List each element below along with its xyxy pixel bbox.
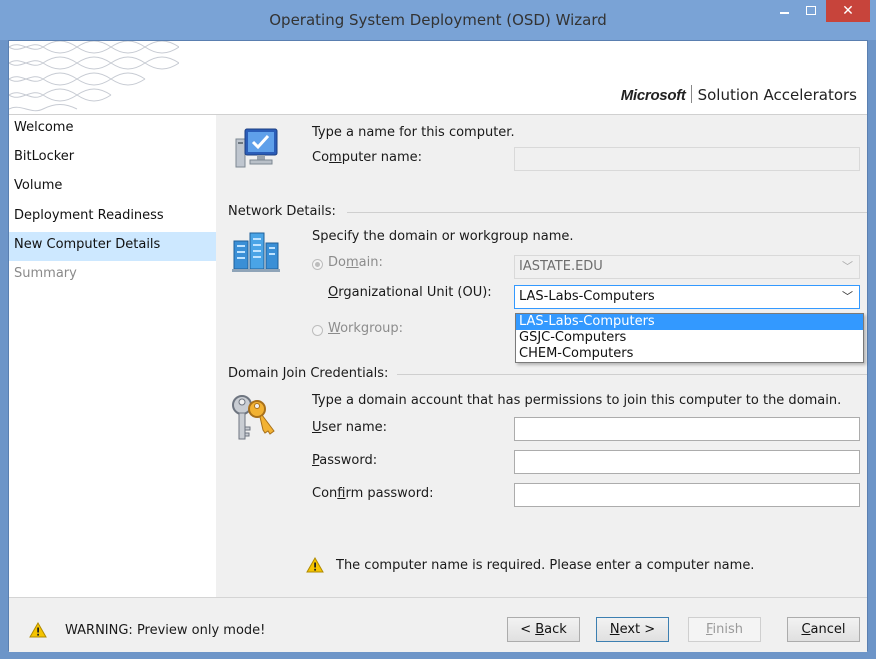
header-banner: Microsoft Solution Accelerators (9, 41, 867, 115)
wizard-footer: WARNING: Preview only mode! < Back Next … (9, 597, 867, 652)
ou-option[interactable]: LAS-Labs-Computers (516, 314, 863, 330)
computer-name-prompt: Type a name for this computer. (312, 125, 515, 140)
computer-monitor-icon (235, 128, 278, 168)
finish-button: Finish (688, 617, 761, 642)
wizard-window: Operating System Deployment (OSD) Wizard… (0, 0, 876, 659)
credentials-heading: Domain Join Credentials: (228, 366, 389, 381)
sidebar-item-summary: Summary (14, 266, 77, 281)
close-icon: ✕ (842, 3, 854, 19)
ou-dropdown-list[interactable]: LAS-Labs-Computers GSJC-Computers CHEM-C… (515, 313, 864, 363)
warning-icon (29, 622, 47, 638)
username-label: User name: (312, 420, 388, 435)
password-field[interactable] (514, 450, 860, 474)
wizard-client-area: Microsoft Solution Accelerators Welcome B… (8, 40, 868, 652)
ou-option[interactable]: CHEM-Computers (516, 346, 863, 362)
network-details-divider (347, 212, 867, 213)
confirm-password-label: Confirm password: (312, 486, 434, 501)
ou-label: Organizational Unit (OU): (328, 285, 492, 300)
wizard-steps-sidebar: Welcome BitLocker Volume Deployment Read… (9, 115, 216, 597)
sidebar-item-welcome[interactable]: Welcome (9, 115, 216, 144)
credentials-divider (397, 374, 867, 375)
network-details-heading: Network Details: (228, 204, 336, 219)
domain-radio[interactable] (312, 259, 323, 270)
confirm-password-field[interactable] (514, 483, 860, 507)
close-button[interactable]: ✕ (826, 0, 870, 22)
next-button[interactable]: Next > (596, 617, 669, 642)
sidebar-item-new-computer-details[interactable]: New Computer Details (9, 232, 216, 261)
banner-pattern-decoration (9, 41, 179, 112)
maximize-button[interactable] (798, 0, 824, 22)
validation-message: The computer name is required. Please en… (336, 558, 755, 573)
ou-select[interactable]: LAS-Labs-Computers ﹀ (514, 285, 860, 309)
credentials-prompt: Type a domain account that has permissio… (312, 393, 842, 408)
domain-label: Domain: (328, 255, 383, 270)
sidebar-item-bitlocker[interactable]: BitLocker (9, 144, 216, 173)
sidebar-item-deployment-readiness[interactable]: Deployment Readiness (9, 203, 216, 232)
workgroup-label: Workgroup: (328, 321, 404, 336)
ou-option[interactable]: GSJC-Computers (516, 330, 863, 346)
window-title: Operating System Deployment (OSD) Wizard (269, 11, 607, 29)
network-servers-icon (232, 232, 280, 272)
maximize-icon (806, 6, 816, 15)
username-field[interactable] (514, 417, 860, 441)
sidebar-item-volume[interactable]: Volume (9, 173, 216, 202)
computer-name-label: Computer name: (312, 150, 423, 165)
back-button[interactable]: < Back (507, 617, 580, 642)
keys-icon (232, 395, 275, 440)
cancel-button[interactable]: Cancel (787, 617, 860, 642)
computer-name-field[interactable] (514, 147, 860, 171)
brand-logo: Microsoft Solution Accelerators (620, 85, 857, 104)
preview-mode-warning: WARNING: Preview only mode! (65, 623, 266, 638)
password-label: Password: (312, 453, 378, 468)
network-prompt: Specify the domain or workgroup name. (312, 229, 574, 244)
workgroup-radio[interactable] (312, 325, 323, 336)
chevron-down-icon: ﹀ (842, 260, 853, 273)
minimize-icon (780, 12, 789, 14)
chevron-down-icon: ﹀ (842, 290, 853, 303)
minimize-button[interactable] (772, 0, 798, 22)
domain-select[interactable]: IASTATE.EDU ﹀ (514, 255, 860, 279)
title-bar[interactable]: Operating System Deployment (OSD) Wizard… (0, 0, 876, 40)
warning-icon (306, 557, 324, 573)
